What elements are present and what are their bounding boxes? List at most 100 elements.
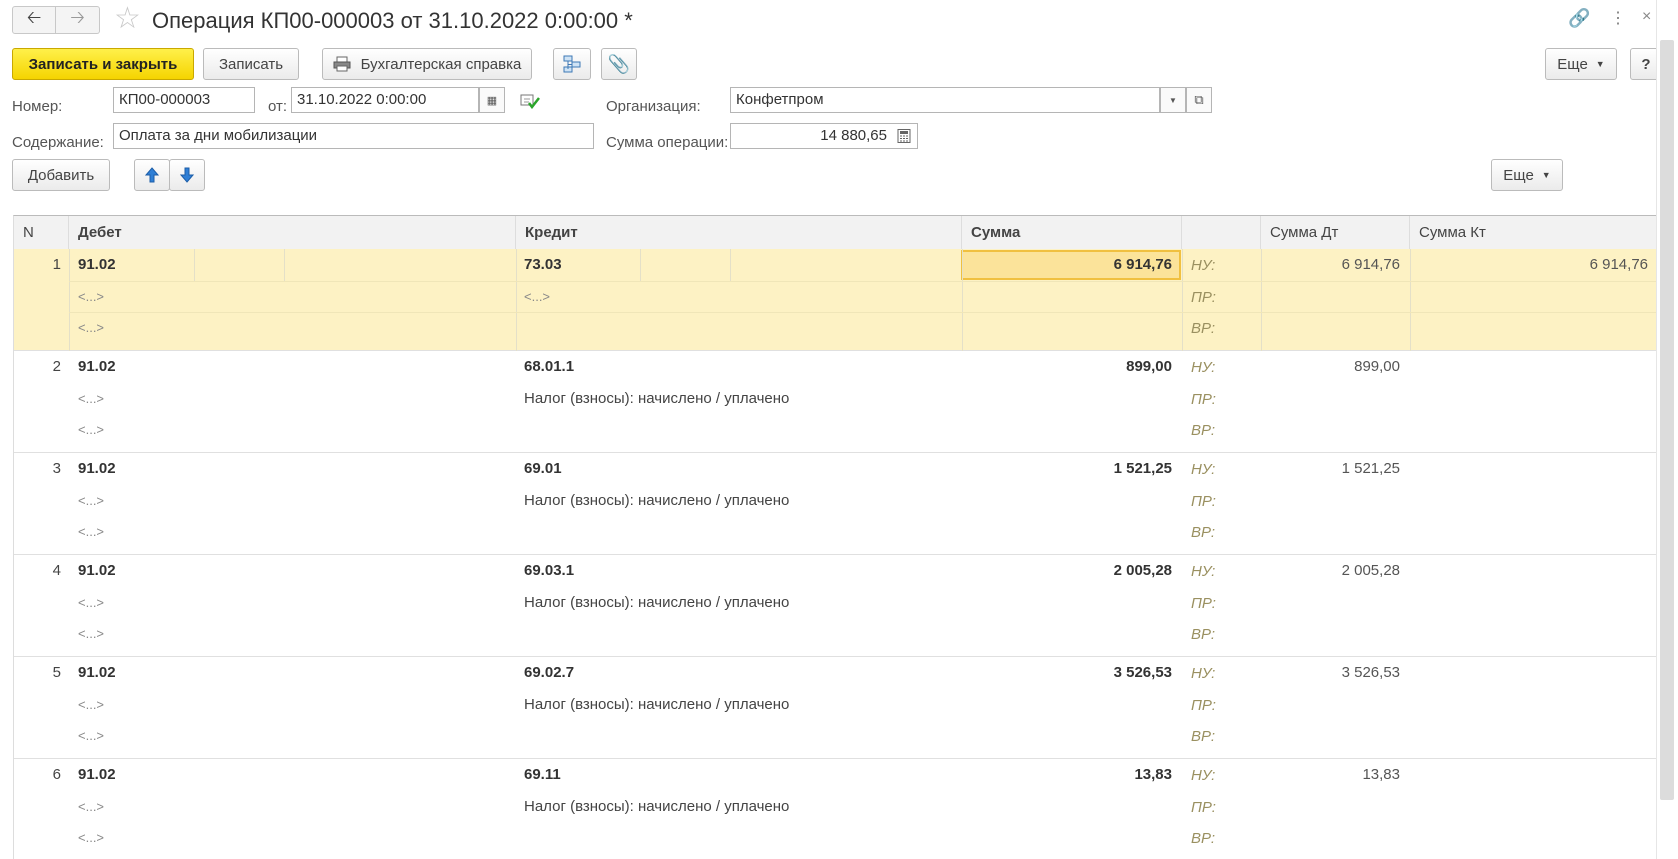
number-field[interactable]: КП00-000003 <box>113 87 255 113</box>
debit-subconto-1[interactable]: <...> <box>78 389 104 409</box>
dropdown-caret-icon[interactable]: ▼ <box>1160 87 1186 113</box>
close-icon[interactable]: × <box>1642 8 1651 26</box>
header-sum[interactable]: Сумма <box>962 216 1182 250</box>
debit-subconto-1[interactable]: <...> <box>78 491 104 511</box>
column-divider <box>69 249 70 351</box>
save-and-close-button[interactable]: Записать и закрыть <box>12 48 194 80</box>
debit-account[interactable]: 91.02 <box>78 663 116 683</box>
organization-field[interactable]: Конфетпром <box>730 87 1160 113</box>
favorite-star-icon[interactable]: ☆ <box>114 4 141 34</box>
sum-dt-value[interactable]: 2 005,28 <box>1261 561 1400 581</box>
status-check-icon <box>520 93 540 112</box>
credit-account[interactable]: 69.03.1 <box>524 561 574 581</box>
sum-dt-value[interactable]: 13,83 <box>1261 765 1400 785</box>
debit-subconto-2[interactable]: <...> <box>78 726 104 746</box>
back-button[interactable]: 🡠 <box>12 6 56 34</box>
table-row[interactable]: 1 91.02 <...> <...> 73.03 <...> 6 914,76 НУ: ПР:… <box>14 249 1658 351</box>
attach-file-button[interactable]: 📎 <box>601 48 637 80</box>
sum-dt-value[interactable]: 6 914,76 <box>1261 255 1400 275</box>
sum-value[interactable]: 3 526,53 <box>962 663 1172 683</box>
calculator-icon[interactable] <box>897 129 911 146</box>
calendar-icon[interactable]: ▦ <box>479 87 505 113</box>
header-credit[interactable]: Кредит <box>516 216 962 250</box>
row-number: 3 <box>52 460 61 477</box>
header-sum-dt[interactable]: Сумма Дт <box>1261 216 1410 250</box>
credit-subconto-1[interactable]: Налог (взносы): начислено / уплачено <box>524 389 789 409</box>
printer-icon <box>333 56 351 72</box>
open-icon[interactable]: ⧉ <box>1186 87 1212 113</box>
credit-account[interactable]: 69.01 <box>524 459 562 479</box>
table-row[interactable]: 3 91.02 <...> <...> 69.01 Налог (взносы): нач… <box>14 453 1658 555</box>
debit-subconto-2[interactable]: <...> <box>78 420 104 440</box>
sum-value[interactable]: 1 521,25 <box>962 459 1172 479</box>
credit-account[interactable]: 68.01.1 <box>524 357 574 377</box>
sum-value[interactable]: 13,83 <box>962 765 1172 785</box>
forward-button[interactable]: 🡢 <box>56 6 100 34</box>
sum-label: Сумма операции: <box>606 134 729 151</box>
debit-subconto-1[interactable]: <...> <box>78 593 104 613</box>
tag-pr: ПР: <box>1191 595 1216 612</box>
column-divider <box>730 249 731 281</box>
sum-dt-value[interactable]: 899,00 <box>1261 357 1400 377</box>
tag-vr: ВР: <box>1191 626 1216 643</box>
more-vertical-icon[interactable]: ⋮ <box>1610 8 1626 28</box>
credit-subconto-1[interactable]: Налог (взносы): начислено / уплачено <box>524 491 789 511</box>
sum-field[interactable]: 14 880,65 <box>730 123 918 149</box>
sum-value[interactable]: 6 914,76 <box>962 255 1172 275</box>
add-row-button[interactable]: Добавить <box>12 159 110 191</box>
sum-dt-value[interactable]: 3 526,53 <box>1261 663 1400 683</box>
credit-account[interactable]: 69.02.7 <box>524 663 574 683</box>
debit-account[interactable]: 91.02 <box>78 255 116 275</box>
arrow-up-icon <box>145 167 159 183</box>
debit-subconto-1[interactable]: <...> <box>78 797 104 817</box>
table-more-button[interactable]: Еще ▼ <box>1491 159 1563 191</box>
header-n[interactable]: N <box>14 216 69 250</box>
move-down-button[interactable] <box>169 159 205 191</box>
credit-subconto-1[interactable]: Налог (взносы): начислено / уплачено <box>524 695 789 715</box>
sum-kt-value[interactable]: 6 914,76 <box>1410 255 1648 275</box>
column-divider <box>962 249 963 351</box>
debit-subconto-2[interactable]: <...> <box>78 318 104 338</box>
credit-account[interactable]: 73.03 <box>524 255 562 275</box>
more-button[interactable]: Еще ▼ <box>1545 48 1617 80</box>
table-header: N Дебет Кредит Сумма Сумма Дт Сумма Кт <box>14 216 1658 250</box>
row-divider <box>69 312 1658 313</box>
table-row[interactable]: 5 91.02 <...> <...> 69.02.7 Налог (взносы): н… <box>14 657 1658 759</box>
move-up-button[interactable] <box>134 159 170 191</box>
date-field[interactable]: 31.10.2022 0:00:00 <box>291 87 479 113</box>
sum-value[interactable]: 2 005,28 <box>962 561 1172 581</box>
sum-value[interactable]: 899,00 <box>962 357 1172 377</box>
link-icon[interactable]: 🔗 <box>1568 8 1590 29</box>
debit-subconto-2[interactable]: <...> <box>78 624 104 644</box>
content-field[interactable]: Оплата за дни мобилизации <box>113 123 594 149</box>
credit-subconto-1[interactable]: Налог (взносы): начислено / уплачено <box>524 797 789 817</box>
debit-subconto-2[interactable]: <...> <box>78 522 104 542</box>
content-label: Содержание: <box>12 134 104 151</box>
debit-account[interactable]: 91.02 <box>78 765 116 785</box>
debit-account[interactable]: 91.02 <box>78 561 116 581</box>
debit-subconto-1[interactable]: <...> <box>78 287 104 307</box>
header-debit[interactable]: Дебет <box>69 216 516 250</box>
credit-account[interactable]: 69.11 <box>524 765 561 785</box>
column-divider <box>1182 249 1183 351</box>
structure-button[interactable] <box>553 48 591 80</box>
debit-account[interactable]: 91.02 <box>78 357 116 377</box>
accounting-report-button[interactable]: Бухгалтерская справка <box>322 48 532 80</box>
entries-table: N Дебет Кредит Сумма Сумма Дт Сумма Кт 1… <box>13 215 1658 859</box>
table-row[interactable]: 2 91.02 <...> <...> 68.01.1 Налог (взносы): н… <box>14 351 1658 453</box>
debit-account[interactable]: 91.02 <box>78 459 116 479</box>
credit-subconto-1[interactable]: Налог (взносы): начислено / уплачено <box>524 593 789 613</box>
date-label: от: <box>268 98 288 115</box>
credit-subconto-1[interactable]: <...> <box>524 287 550 307</box>
save-button[interactable]: Записать <box>203 48 299 80</box>
arrow-right-icon: 🡢 <box>70 7 85 27</box>
column-divider <box>1261 249 1262 351</box>
debit-subconto-1[interactable]: <...> <box>78 695 104 715</box>
header-sum-kt[interactable]: Сумма Кт <box>1410 216 1658 250</box>
table-more-label: Еще <box>1503 166 1534 184</box>
scrollbar-thumb[interactable] <box>1660 40 1674 800</box>
table-row[interactable]: 6 91.02 <...> <...> 69.11 Налог (взносы): нач… <box>14 759 1658 859</box>
debit-subconto-2[interactable]: <...> <box>78 828 104 848</box>
table-row[interactable]: 4 91.02 <...> <...> 69.03.1 Налог (взносы): н… <box>14 555 1658 657</box>
sum-dt-value[interactable]: 1 521,25 <box>1261 459 1400 479</box>
